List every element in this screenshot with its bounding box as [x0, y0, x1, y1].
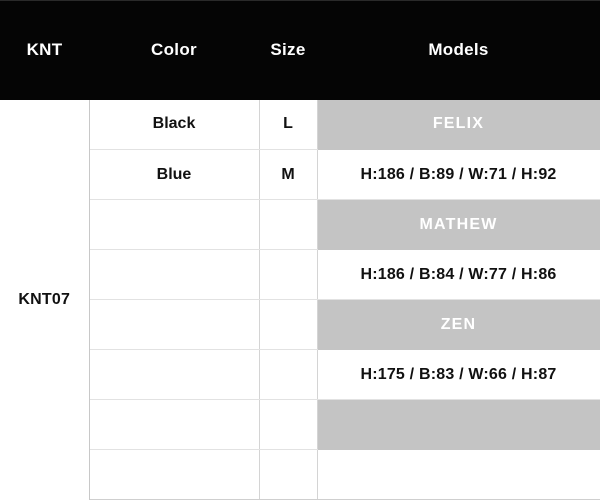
model-measurements-cell — [317, 449, 600, 500]
size-cell: M — [259, 149, 318, 200]
table-row: H:186 / B:84 / W:77 / H:86 — [0, 249, 600, 300]
color-cell — [89, 399, 260, 450]
table-row: MATHEW — [0, 199, 600, 250]
table-header: KNT Color Size Models — [0, 0, 600, 100]
color-cell: Black — [89, 99, 260, 150]
size-cell — [259, 399, 318, 450]
size-cell — [259, 299, 318, 350]
color-cell — [89, 349, 260, 400]
color-cell — [89, 449, 260, 500]
model-measurements-cell — [317, 399, 600, 450]
color-cell — [89, 249, 260, 300]
product-spec-table: KNT Color Size Models KNT07 Black L FELIX Bl… — [0, 0, 600, 500]
color-cell: Blue — [89, 149, 260, 200]
column-header-models: Models — [317, 0, 600, 100]
table-row — [0, 449, 600, 500]
size-cell — [259, 449, 318, 500]
table-row: H:175 / B:83 / W:66 / H:87 — [0, 349, 600, 400]
model-measurements-cell: H:175 / B:83 / W:66 / H:87 — [317, 349, 600, 400]
knt-code-cell: KNT07 — [0, 99, 90, 500]
model-measurements-cell: H:186 / B:84 / W:77 / H:86 — [317, 249, 600, 300]
size-cell — [259, 249, 318, 300]
size-cell — [259, 199, 318, 250]
model-name-cell: MATHEW — [317, 199, 600, 250]
size-cell — [259, 349, 318, 400]
column-header-size: Size — [259, 0, 317, 100]
color-cell — [89, 299, 260, 350]
model-name-cell: FELIX — [317, 99, 600, 150]
size-cell: L — [259, 99, 318, 150]
table-row — [0, 399, 600, 450]
table-row: ZEN — [0, 299, 600, 350]
table-row: Blue M H:186 / B:89 / W:71 / H:92 — [0, 149, 600, 200]
table-row: KNT07 Black L FELIX — [0, 99, 600, 500]
column-header-knt: KNT — [0, 0, 89, 100]
model-name-cell: ZEN — [317, 299, 600, 350]
color-cell — [89, 199, 260, 250]
model-measurements-cell: H:186 / B:89 / W:71 / H:92 — [317, 149, 600, 200]
column-header-color: Color — [89, 0, 259, 100]
header-row: KNT Color Size Models — [0, 0, 600, 100]
table-body: KNT07 Black L FELIX Blue M H:186 / B:89 / W:71… — [0, 99, 600, 500]
